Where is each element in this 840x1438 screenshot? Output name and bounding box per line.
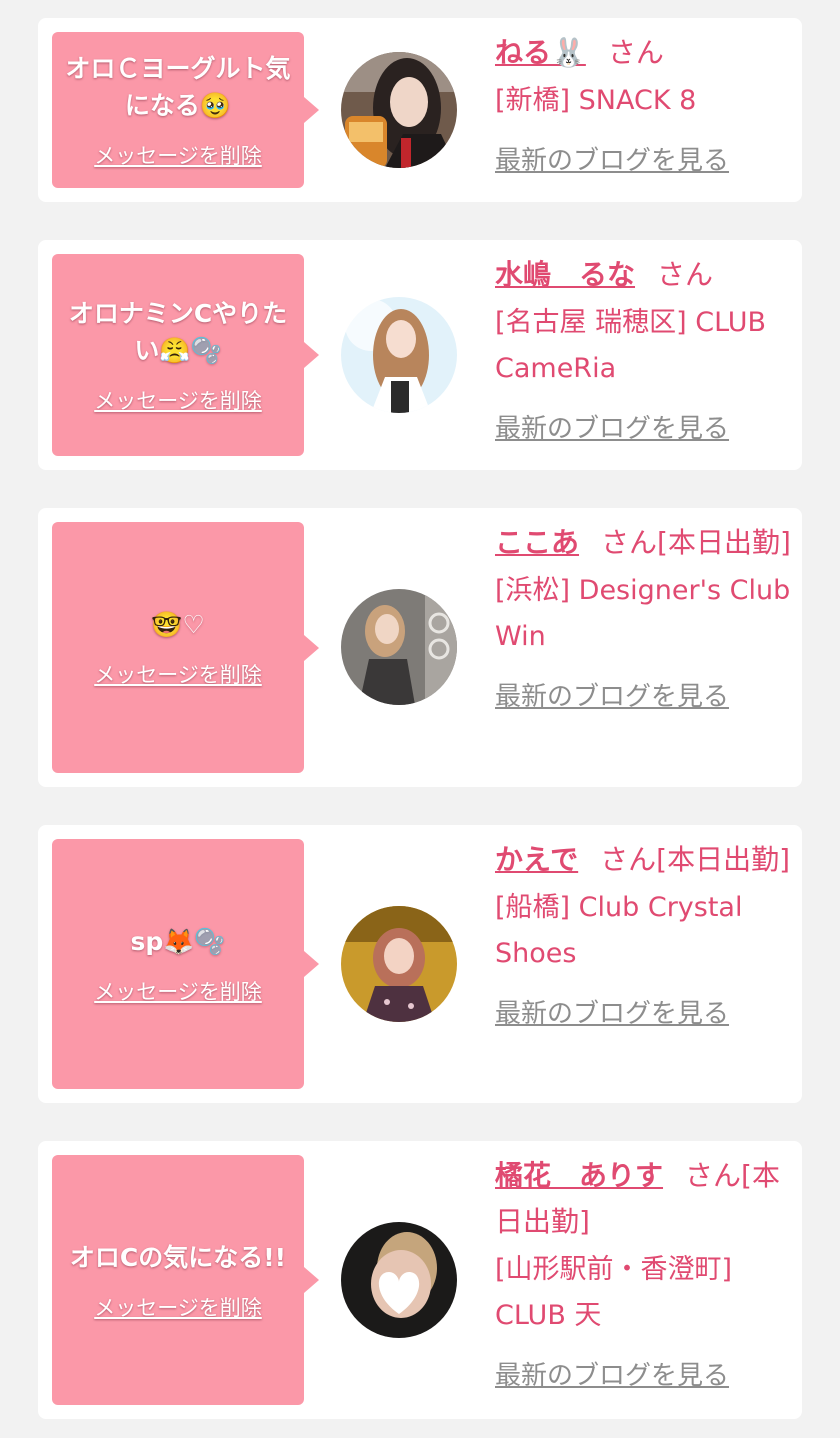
honorific: さん	[657, 258, 714, 291]
shop-name: [名古屋 瑞穂区] CLUB CameRia	[495, 307, 767, 384]
cast-name-link[interactable]: ねる🐰	[495, 36, 586, 69]
cast-name-link[interactable]: 水嶋 るな	[495, 258, 635, 291]
message-bubble: オロCの気になる!! メッセージを削除	[52, 1155, 319, 1405]
honorific: さん	[607, 36, 664, 69]
delete-message-link[interactable]: メッセージを削除	[94, 140, 262, 170]
honorific: さん[本日出勤]	[600, 843, 791, 876]
latest-blog-link[interactable]: 最新のブログを見る	[495, 993, 729, 1030]
latest-blog-link[interactable]: 最新のブログを見る	[495, 676, 729, 713]
message-bubble: 🤓♡ メッセージを削除	[52, 522, 319, 773]
cast-info: ここあ さん[本日出勤] [浜松] Designer's Club Win 最新の…	[495, 520, 791, 713]
cast-name-line: かえで さん[本日出勤]	[495, 837, 791, 883]
message-bubble: オロＣヨーグルト気になる🥹 メッセージを削除	[52, 32, 319, 188]
latest-blog-link[interactable]: 最新のブログを見る	[495, 140, 729, 177]
latest-blog-link[interactable]: 最新のブログを見る	[495, 408, 729, 445]
shop-name: [浜松] Designer's Club Win	[495, 575, 791, 652]
message-bubble: sp🦊🫧 メッセージを削除	[52, 839, 319, 1089]
cast-info: かえで さん[本日出勤] [船橋] Club Crystal Shoes 最新のブ…	[495, 837, 791, 1030]
message-card: sp🦊🫧 メッセージを削除 かえで さん[本日出勤] [船橋] Club Crys…	[38, 825, 802, 1103]
cast-name-link[interactable]: 橘花 ありす	[495, 1159, 663, 1192]
message-text: オロＣヨーグルト気になる🥹	[65, 54, 291, 120]
message-card: オロナミンCやりたい😤🫧 メッセージを削除 水嶋 るな さん [名古屋 瑞穂区] …	[38, 240, 802, 470]
honorific: さん[本日出勤]	[601, 526, 791, 559]
delete-message-link[interactable]: メッセージを削除	[94, 1292, 262, 1322]
avatar[interactable]	[341, 1222, 457, 1338]
cast-info: 水嶋 るな さん [名古屋 瑞穂区] CLUB CameRia 最新のブログを見る	[495, 252, 791, 445]
delete-message-link[interactable]: メッセージを削除	[94, 385, 262, 415]
avatar[interactable]	[341, 52, 457, 168]
message-text: オロナミンCやりたい😤🫧	[68, 299, 288, 365]
message-card: オロＣヨーグルト気になる🥹 メッセージを削除 ねる🐰 さん [新橋] SNACK …	[38, 18, 802, 202]
cast-info: ねる🐰 さん [新橋] SNACK 8 最新のブログを見る	[495, 30, 791, 177]
shop-name: [新橋] SNACK 8	[495, 85, 697, 116]
avatar[interactable]	[341, 589, 457, 705]
cast-info: 橘花 ありす さん[本日出勤] [山形駅前・香澄町] CLUB 天 最新のブログを…	[495, 1153, 791, 1392]
cast-name-line: 橘花 ありす さん[本日出勤]	[495, 1153, 791, 1245]
message-bubble: オロナミンCやりたい😤🫧 メッセージを削除	[52, 254, 319, 456]
delete-message-link[interactable]: メッセージを削除	[94, 976, 262, 1006]
message-card: 🤓♡ メッセージを削除 ここあ さん[本日出勤] [浜松] Designer's …	[38, 508, 802, 787]
message-text: オロCの気になる!!	[69, 1242, 287, 1272]
avatar[interactable]	[341, 906, 457, 1022]
cast-name-line: ここあ さん[本日出勤]	[495, 520, 791, 566]
shop-name: [山形駅前・香澄町] CLUB 天	[495, 1254, 733, 1331]
cast-name-line: 水嶋 るな さん	[495, 252, 791, 298]
avatar[interactable]	[341, 297, 457, 413]
message-text: sp🦊🫧	[130, 926, 226, 956]
delete-message-link[interactable]: メッセージを削除	[94, 659, 262, 689]
message-text: 🤓♡	[151, 610, 205, 639]
cast-name-link[interactable]: ここあ	[495, 526, 579, 559]
message-card: オロCの気になる!! メッセージを削除 橘花 ありす さん[本日出勤] [山形駅前…	[38, 1141, 802, 1419]
cast-name-line: ねる🐰 さん	[495, 30, 791, 76]
latest-blog-link[interactable]: 最新のブログを見る	[495, 1355, 729, 1392]
shop-name: [船橋] Club Crystal Shoes	[495, 892, 743, 969]
cast-name-link[interactable]: かえで	[495, 843, 578, 876]
